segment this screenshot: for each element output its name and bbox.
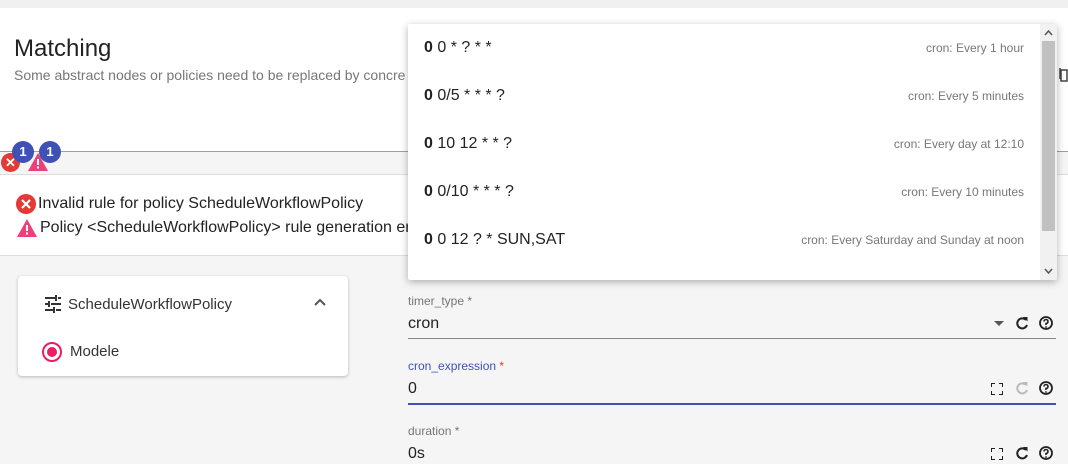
option-description: cron: Every 5 minutes bbox=[907, 89, 1024, 103]
scroll-up-icon[interactable] bbox=[1044, 30, 1053, 36]
required-marker: * bbox=[467, 294, 473, 308]
dropdown-scrollbar[interactable] bbox=[1040, 24, 1057, 280]
help-icon[interactable] bbox=[1039, 316, 1053, 330]
duration-field[interactable]: duration * 0s bbox=[408, 424, 1056, 464]
warning-icon bbox=[17, 219, 37, 237]
cron-expression-input[interactable]: 0 bbox=[408, 380, 417, 398]
option-match: 0 bbox=[424, 231, 433, 248]
warning-message: Policy <ScheduleWorkflowPolicy> rule gen… bbox=[16, 218, 411, 238]
option-expression: 10 12 * * ? bbox=[432, 135, 513, 152]
required-marker: * bbox=[499, 359, 505, 373]
cron-expression-field[interactable]: cron_expression * 0 bbox=[408, 359, 1056, 407]
option-match: 0 bbox=[424, 183, 433, 200]
warning-message-text: Policy <ScheduleWorkflowPolicy> rule gen… bbox=[40, 219, 411, 236]
fullscreen-icon[interactable] bbox=[991, 448, 1003, 460]
cron-autocomplete-dropdown: 0 0 * ? * * cron: Every 1 hour 0 0/5 * *… bbox=[408, 24, 1057, 280]
option-expression: 0/10 * * * ? bbox=[432, 183, 514, 200]
modele-radio[interactable] bbox=[42, 342, 62, 362]
page-subtitle: Some abstract nodes or policies need to … bbox=[14, 67, 406, 83]
timer-type-field[interactable]: timer_type * cron bbox=[408, 294, 1056, 340]
fullscreen-icon[interactable] bbox=[991, 383, 1003, 395]
scrollbar-thumb[interactable] bbox=[1042, 41, 1055, 231]
option-match: 0 bbox=[424, 135, 433, 152]
policy-card: ScheduleWorkflowPolicy Modele bbox=[18, 276, 348, 376]
help-icon[interactable] bbox=[1039, 381, 1053, 395]
timer-type-select[interactable]: cron bbox=[408, 315, 439, 333]
reset-icon[interactable] bbox=[1015, 316, 1029, 330]
option-expression: 0 * ? * * bbox=[432, 39, 492, 56]
option-description: cron: Every 10 minutes bbox=[901, 185, 1024, 199]
policy-card-header[interactable]: ScheduleWorkflowPolicy bbox=[44, 295, 232, 313]
duration-label: duration bbox=[408, 424, 452, 438]
cron-expression-label: cron_expression bbox=[408, 359, 497, 373]
duration-input[interactable]: 0s bbox=[408, 445, 425, 463]
autocomplete-option[interactable]: 0 0/5 * * * ? cron: Every 5 minutes bbox=[408, 72, 1040, 120]
scroll-down-icon[interactable] bbox=[1044, 268, 1053, 274]
autocomplete-option[interactable]: 0 0/10 * * * ? cron: Every 10 minutes bbox=[408, 168, 1040, 216]
chevron-up-icon[interactable] bbox=[314, 298, 326, 306]
autocomplete-option[interactable]: 0 10 12 * * ? cron: Every day at 12:10 bbox=[408, 120, 1040, 168]
option-description: cron: Every 1 hour bbox=[925, 41, 1024, 55]
caret-down-icon[interactable] bbox=[993, 320, 1005, 327]
timer-type-label: timer_type bbox=[408, 294, 465, 308]
option-match: 0 bbox=[424, 87, 433, 104]
reset-icon[interactable] bbox=[1015, 446, 1029, 460]
error-icon bbox=[16, 194, 36, 214]
copy-icon[interactable] bbox=[1059, 68, 1068, 82]
error-message: Invalid rule for policy ScheduleWorkflow… bbox=[16, 194, 363, 214]
option-match: 0 bbox=[424, 39, 433, 56]
option-description: cron: Every day at 12:10 bbox=[893, 137, 1024, 151]
reset-icon bbox=[1016, 382, 1028, 395]
required-marker: * bbox=[454, 424, 460, 438]
option-expression: 0 12 ? * SUN,SAT bbox=[432, 231, 566, 248]
error-message-text: Invalid rule for policy ScheduleWorkflow… bbox=[38, 195, 364, 212]
option-description: cron: Every Saturday and Sunday at noon bbox=[801, 233, 1024, 247]
help-icon[interactable] bbox=[1039, 446, 1053, 460]
option-expression: 0/5 * * * ? bbox=[432, 87, 505, 104]
autocomplete-option[interactable]: 0 0 * ? * * cron: Every 1 hour bbox=[408, 24, 1040, 72]
warning-count-badge: 1 bbox=[39, 141, 61, 163]
page-title: Matching bbox=[14, 35, 112, 62]
autocomplete-option[interactable]: 0 0 12 ? * SUN,SAT cron: Every Saturday … bbox=[408, 216, 1040, 264]
tune-icon bbox=[45, 295, 61, 313]
modele-radio-label: Modele bbox=[70, 343, 120, 360]
policy-card-title: ScheduleWorkflowPolicy bbox=[68, 295, 232, 313]
